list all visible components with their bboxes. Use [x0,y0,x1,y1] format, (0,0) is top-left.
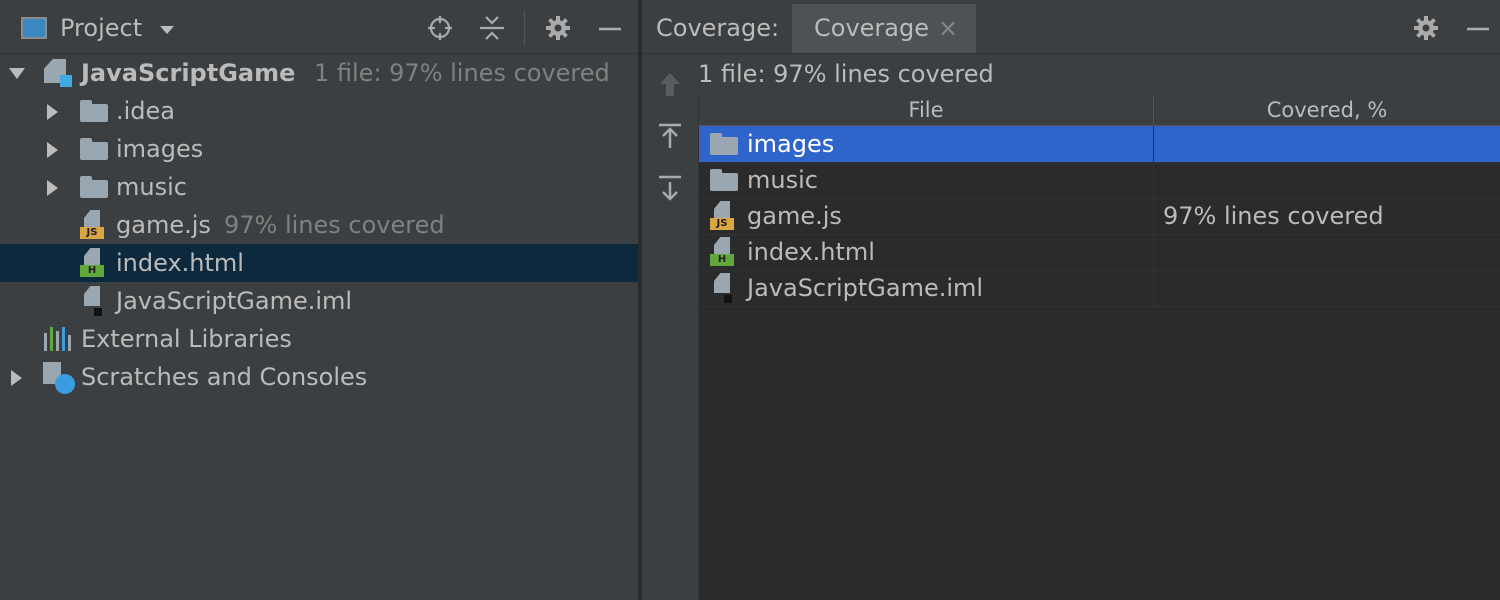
tree-item-label: .idea [116,97,176,125]
js-file-icon: JS [80,210,104,240]
table-row[interactable]: JS game.js 97% lines covered [699,198,1500,235]
expand-arrow-icon[interactable] [47,104,58,120]
covered-cell [1154,162,1500,198]
coverage-header: Coverage: Coverage × [642,0,1500,54]
folder-icon [80,138,108,160]
tree-item-iml[interactable]: JavaScriptGame.iml [0,282,638,320]
close-icon[interactable]: × [938,14,958,42]
tree-item-label: images [116,135,204,163]
coverage-summary: 1 file: 97% lines covered [698,60,994,88]
expand-arrow-icon[interactable] [47,142,58,158]
file-cell: JS game.js [699,198,1154,234]
locate-icon[interactable] [426,14,454,42]
coverage-panel: Coverage: Coverage × 1 file: 97% lines c… [642,0,1500,600]
file-name: index.html [747,238,875,266]
html-file-icon: H [80,248,104,278]
iml-file-icon [710,273,734,303]
gear-icon[interactable] [1412,14,1440,42]
tree-item-external-libraries[interactable]: External Libraries [0,320,638,358]
file-cell: JavaScriptGame.iml [699,270,1154,306]
tree-item-music[interactable]: music [0,168,638,206]
minimize-icon[interactable] [1464,14,1492,42]
project-header: Project [0,0,638,54]
covered-value: 97% lines covered [1163,202,1384,230]
iml-file-icon [80,286,104,316]
tree-item-label: music [116,173,187,201]
file-name: JavaScriptGame.iml [747,274,984,302]
column-header-covered[interactable]: Covered, % [1154,95,1500,126]
tree-item-label: Scratches and Consoles [81,363,368,391]
folder-icon [710,133,738,155]
project-panel: Project JavaScriptGame 1 file: 97% lines… [0,0,638,600]
tree-item-scratches[interactable]: Scratches and Consoles [0,358,638,396]
coverage-side-toolbar [642,54,698,600]
collapse-all-icon[interactable] [478,14,506,42]
folder-icon [710,169,738,191]
project-view-icon [21,17,47,39]
coverage-table: File Covered, % images music JS game.js … [698,95,1500,600]
chevron-down-icon[interactable] [160,26,174,34]
expand-arrow-icon[interactable] [47,180,58,196]
module-folder-icon [44,59,72,89]
tree-item-label: game.js [116,211,211,239]
folder-icon [80,100,108,122]
scratches-icon [43,362,75,394]
expand-arrow-icon[interactable] [9,68,25,79]
expand-arrow-icon[interactable] [11,370,22,386]
gear-icon[interactable] [544,14,572,42]
tree-item-index-html[interactable]: H index.html [0,244,638,282]
minimize-icon[interactable] [596,14,624,42]
file-name: game.js [747,202,842,230]
covered-cell [1154,126,1500,162]
tree-item-images[interactable]: images [0,130,638,168]
html-file-icon: H [710,237,734,267]
covered-cell [1154,234,1500,270]
table-row[interactable]: music [699,162,1500,199]
arrow-up-icon[interactable] [656,70,684,100]
file-name: images [747,130,835,158]
coverage-hint: 1 file: 97% lines covered [314,59,610,87]
covered-cell [1154,270,1500,306]
coverage-header-label: Coverage: [656,14,780,42]
tree-item-label: index.html [116,249,244,277]
file-cell: music [699,162,1154,198]
table-row[interactable]: JavaScriptGame.iml [699,270,1500,307]
toolbar-separator [524,10,525,46]
project-title[interactable]: Project [60,14,142,42]
folder-icon [80,176,108,198]
file-cell: images [699,126,1154,162]
tab-coverage-label[interactable]: Coverage [814,14,929,42]
coverage-hint: 97% lines covered [224,211,445,239]
tree-item-idea[interactable]: .idea [0,92,638,130]
libraries-icon [44,327,74,351]
tree-item-game-js[interactable]: JS game.js 97% lines covered [0,206,638,244]
tree-item-label: External Libraries [81,325,292,353]
file-cell: H index.html [699,234,1154,270]
table-row[interactable]: images [699,126,1500,163]
column-header-file[interactable]: File [699,95,1154,126]
table-row[interactable]: H index.html [699,234,1500,271]
file-name: music [747,166,818,194]
import-bottom-icon[interactable] [656,174,684,204]
covered-cell: 97% lines covered [1154,198,1500,234]
tree-item-label: JavaScriptGame.iml [116,287,353,315]
tree-item-module[interactable]: JavaScriptGame 1 file: 97% lines covered [0,54,638,92]
export-top-icon[interactable] [656,122,684,152]
js-file-icon: JS [710,201,734,231]
tree-item-label: JavaScriptGame [81,59,296,87]
